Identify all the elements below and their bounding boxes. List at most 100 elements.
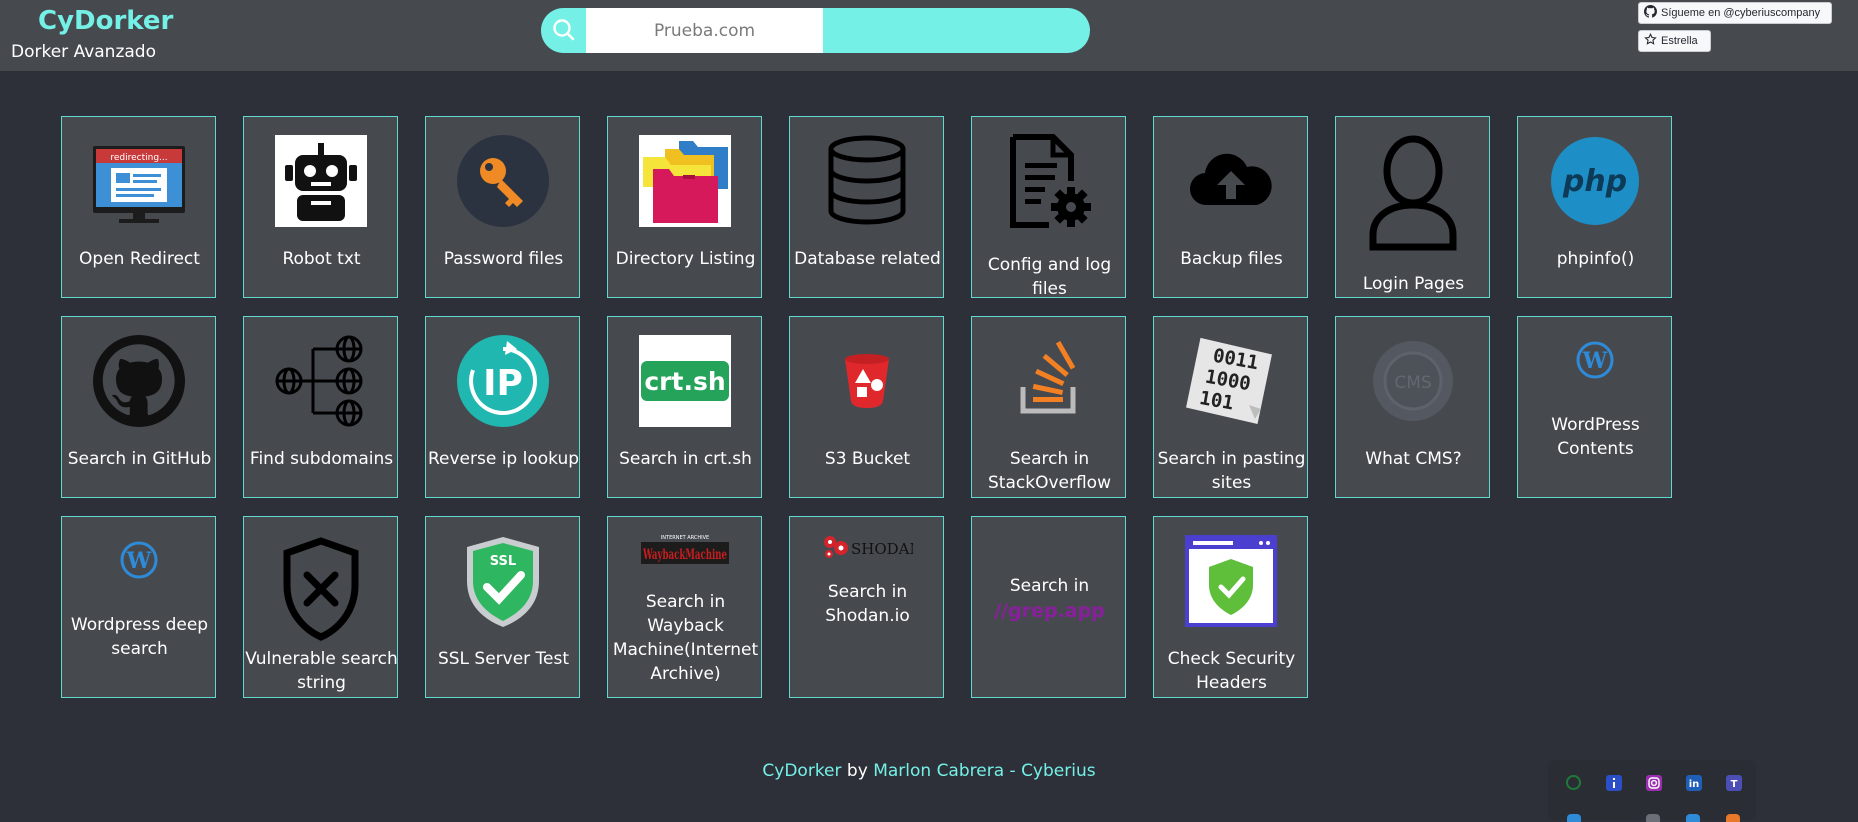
footer-brand-link[interactable]: CyDorker xyxy=(762,761,841,781)
card-search-grep-app[interactable]: Search in //grep.app xyxy=(971,516,1126,698)
card-reverse-ip[interactable]: IP Reverse ip lookup xyxy=(425,316,580,498)
footer-author-link[interactable]: Marlon Cabrera - Cyberius xyxy=(873,761,1095,781)
card-label: Search in GitHub xyxy=(67,449,212,469)
card-database-related[interactable]: Database related xyxy=(789,116,944,298)
card-backup-files[interactable]: Backup files xyxy=(1153,116,1308,298)
user-icon xyxy=(1367,135,1459,251)
card-label: Check Security Headers xyxy=(1167,649,1296,693)
card-label: WordPress Contents xyxy=(1551,415,1640,459)
card-search-wayback[interactable]: INTERNET ARCHIVE WaybackMachine Search i… xyxy=(607,516,762,698)
brand-title[interactable]: CyDorker xyxy=(38,6,173,36)
card-check-security-headers[interactable]: Check Security Headers xyxy=(1153,516,1308,698)
card-find-subdomains[interactable]: Find subdomains xyxy=(243,316,398,498)
crtsh-icon: crt.sh xyxy=(639,335,731,427)
database-icon xyxy=(821,135,913,227)
svg-text:in: in xyxy=(1689,779,1700,790)
wordpress-icon: W xyxy=(93,535,185,585)
card-wordpress-contents[interactable]: W WordPress Contents xyxy=(1517,316,1672,498)
card-label: Open Redirect xyxy=(79,249,200,269)
github-icon xyxy=(1644,5,1657,21)
robot-icon xyxy=(275,135,367,227)
wayback-machine-icon: INTERNET ARCHIVE WaybackMachine xyxy=(639,533,731,567)
share-icon xyxy=(1686,814,1700,822)
shodan-icon: SHODAN xyxy=(821,532,913,562)
linkedin-icon[interactable]: in xyxy=(1686,775,1702,791)
teams-icon[interactable]: T xyxy=(1726,775,1742,791)
svg-text:T: T xyxy=(1731,779,1738,790)
cloud-upload-icon xyxy=(1185,135,1277,227)
stackoverflow-icon xyxy=(1003,335,1095,427)
ssl-shield-icon: SSL xyxy=(457,535,549,627)
shield-x-icon xyxy=(275,535,367,645)
card-search-stackoverflow[interactable]: Search in StackOverflow xyxy=(971,316,1126,498)
card-s3-bucket[interactable]: S3 Bucket xyxy=(789,316,944,498)
card-robot-txt[interactable]: Robot txt xyxy=(243,116,398,298)
card-label: Search in Wayback Machine(Internet Archi… xyxy=(612,592,759,684)
card-label: Config and log files xyxy=(987,255,1112,299)
card-label: Database related xyxy=(794,249,941,269)
key-icon xyxy=(457,135,549,227)
svg-text:SSL: SSL xyxy=(490,554,516,569)
security-headers-icon xyxy=(1185,535,1277,627)
social-share-bar: in T xyxy=(1548,760,1756,822)
card-label: Search in StackOverflow xyxy=(988,449,1111,493)
github-star-label: Estrella xyxy=(1661,35,1698,47)
github-follow-button[interactable]: Sígueme en @cyberiuscompany xyxy=(1638,2,1832,24)
card-label: phpinfo() xyxy=(1556,249,1635,269)
card-label: Find subdomains xyxy=(249,449,394,469)
folders-icon xyxy=(639,135,731,227)
card-label: Backup files xyxy=(1180,249,1283,269)
top-bar: CyDorker Dorker Avanzado Sígueme en @cyb… xyxy=(0,0,1858,71)
svg-text:crt.sh: crt.sh xyxy=(644,367,725,396)
search-bar xyxy=(541,8,1090,53)
brand-subtitle: Dorker Avanzado xyxy=(11,42,156,62)
config-file-gear-icon xyxy=(1003,134,1095,228)
star-icon xyxy=(1644,32,1657,49)
svg-text:SHODAN: SHODAN xyxy=(851,540,913,558)
card-label: Search in xyxy=(1009,576,1090,596)
card-login-pages[interactable]: Login Pages xyxy=(1335,116,1490,298)
card-config-log-files[interactable]: Config and log files xyxy=(971,116,1126,299)
card-label: Search in crt.sh xyxy=(619,449,752,469)
card-what-cms[interactable]: CMS What CMS? xyxy=(1335,316,1490,498)
card-phpinfo[interactable]: php phpinfo() xyxy=(1517,116,1672,298)
reverse-ip-icon: IP xyxy=(457,335,549,427)
card-label: Login Pages xyxy=(1362,274,1465,294)
card-search-github[interactable]: Search in GitHub xyxy=(61,316,216,498)
card-label: Password files xyxy=(443,249,564,269)
card-label: Vulnerable search string xyxy=(245,649,398,693)
footer-by: by xyxy=(841,761,874,781)
subdomains-network-icon xyxy=(275,335,367,427)
card-search-crtsh[interactable]: crt.sh Search in crt.sh xyxy=(607,316,762,498)
card-vulnerable-search-string[interactable]: Vulnerable search string xyxy=(243,516,398,698)
card-search-shodan[interactable]: SHODAN Search in Shodan.io xyxy=(789,516,944,698)
php-icon: php xyxy=(1549,135,1641,227)
card-password-files[interactable]: Password files xyxy=(425,116,580,298)
binary-paper-icon: 0011 1000 101 xyxy=(1185,335,1277,427)
instagram-icon[interactable] xyxy=(1646,775,1662,791)
card-directory-listing[interactable]: Directory Listing xyxy=(607,116,762,298)
svg-text:W: W xyxy=(126,548,152,574)
card-wordpress-deep-search[interactable]: W Wordpress deep search xyxy=(61,516,216,698)
share-icon xyxy=(1567,814,1581,822)
search-icon[interactable] xyxy=(541,8,586,53)
cms-icon: CMS xyxy=(1367,335,1459,427)
card-label: Wordpress deep search xyxy=(70,615,209,659)
github-star-button[interactable]: Estrella xyxy=(1638,30,1711,52)
card-open-redirect[interactable]: redirecting... Open Redirect xyxy=(61,116,216,298)
s3-bucket-icon xyxy=(821,335,913,427)
svg-text:W: W xyxy=(1582,348,1608,374)
svg-text:INTERNET ARCHIVE: INTERNET ARCHIVE xyxy=(661,535,709,541)
card-label: Search in Shodan.io xyxy=(825,582,910,626)
info-icon[interactable] xyxy=(1606,775,1622,791)
card-ssl-server-test[interactable]: SSL SSL Server Test xyxy=(425,516,580,698)
wordpress-icon: W xyxy=(1549,335,1641,385)
svg-text:CMS: CMS xyxy=(1394,373,1431,393)
whatsapp-icon[interactable] xyxy=(1566,775,1581,790)
card-label: What CMS? xyxy=(1365,449,1462,469)
card-label: Search in pasting sites xyxy=(1157,449,1306,493)
svg-text:WaybackMachine: WaybackMachine xyxy=(642,547,727,563)
card-search-pasting-sites[interactable]: 0011 1000 101 Search in pasting sites xyxy=(1153,316,1308,498)
domain-search-input[interactable] xyxy=(586,8,823,53)
github-icon xyxy=(93,335,185,427)
